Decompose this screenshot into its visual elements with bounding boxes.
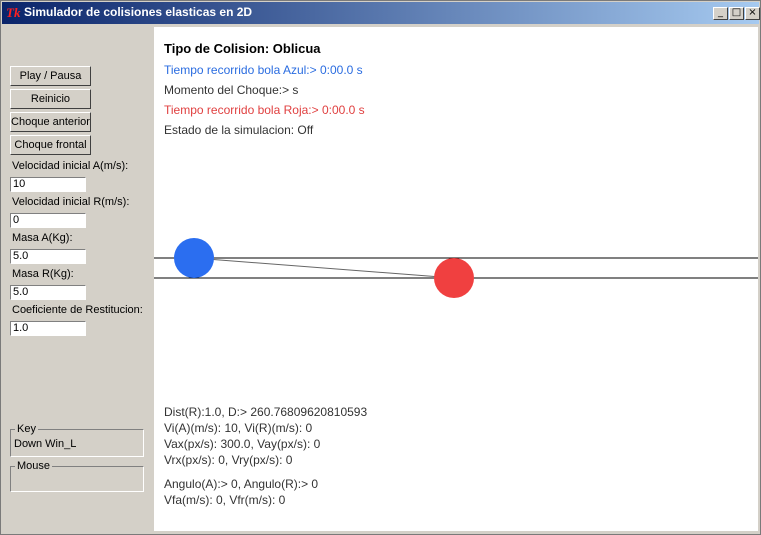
- key-groupbox: Key Down Win_L: [10, 423, 144, 457]
- key-legend: Key: [15, 423, 38, 435]
- mass-r-input[interactable]: 5.0: [10, 285, 86, 300]
- initial-velocity-info: Vi(A)(m/s): 10, Vi(R)(m/s): 0: [164, 421, 313, 435]
- minimize-button[interactable]: _: [713, 7, 728, 20]
- ball-a[interactable]: [174, 238, 214, 278]
- velocity-a-input[interactable]: 10: [10, 177, 86, 192]
- mass-a-input[interactable]: 5.0: [10, 249, 86, 264]
- red-ball-time: Tiempo recorrido bola Roja:> 0:00.0 s: [164, 103, 365, 117]
- simulation-canvas[interactable]: Tipo de Colision: Oblicua Tiempo recorri…: [154, 27, 758, 531]
- key-value: Down Win_L: [14, 438, 77, 450]
- mass-a-label: Masa A(Kg):: [12, 232, 73, 244]
- title-bar[interactable]: Tk Simulador de colisiones elasticas en …: [2, 2, 760, 24]
- blue-ball-time: Tiempo recorrido bola Azul:> 0:00.0 s: [164, 63, 363, 77]
- play-pause-button[interactable]: Play / Pausa: [10, 66, 91, 86]
- app-window: Tk Simulador de colisiones elasticas en …: [0, 0, 761, 535]
- impact-moment: Momento del Choque:> s: [164, 83, 299, 97]
- previous-collision-button[interactable]: Choque anterior: [10, 112, 91, 132]
- mouse-groupbox: Mouse: [10, 460, 144, 492]
- angles-info: Angulo(A):> 0, Angulo(R):> 0: [164, 477, 319, 491]
- reset-button[interactable]: Reinicio: [10, 89, 91, 109]
- velocity-r-components: Vrx(px/s): 0, Vry(px/s): 0: [164, 453, 293, 467]
- collision-type-title: Tipo de Colision: Oblicua: [164, 41, 321, 56]
- restitution-label: Coeficiente de Restitucion:: [12, 304, 143, 316]
- head-on-collision-button[interactable]: Choque frontal: [10, 135, 91, 155]
- window-title: Simulador de colisiones elasticas en 2D: [24, 5, 253, 19]
- distance-info: Dist(R):1.0, D:> 260.76809620810593: [164, 405, 368, 419]
- trajectory-line: [193, 257, 455, 279]
- velocity-a-components: Vax(px/s): 300.0, Vay(px/s): 0: [164, 437, 321, 451]
- close-button[interactable]: ×: [745, 7, 760, 20]
- control-panel: Play / Pausa Reinicio Choque anterior Ch…: [2, 25, 152, 534]
- velocity-r-input[interactable]: 0: [10, 213, 86, 228]
- final-velocity-info: Vfa(m/s): 0, Vfr(m/s): 0: [164, 493, 286, 507]
- mouse-legend: Mouse: [15, 460, 53, 472]
- tk-logo-icon: Tk: [6, 5, 21, 20]
- velocity-r-label: Velocidad inicial R(m/s):: [12, 196, 130, 208]
- velocity-a-label: Velocidad inicial A(m/s):: [12, 160, 129, 172]
- mass-r-label: Masa R(Kg):: [12, 268, 74, 280]
- maximize-button[interactable]: □: [729, 7, 744, 20]
- simulation-state: Estado de la simulacion: Off: [164, 123, 314, 137]
- restitution-input[interactable]: 1.0: [10, 321, 86, 336]
- ball-r[interactable]: [434, 258, 474, 298]
